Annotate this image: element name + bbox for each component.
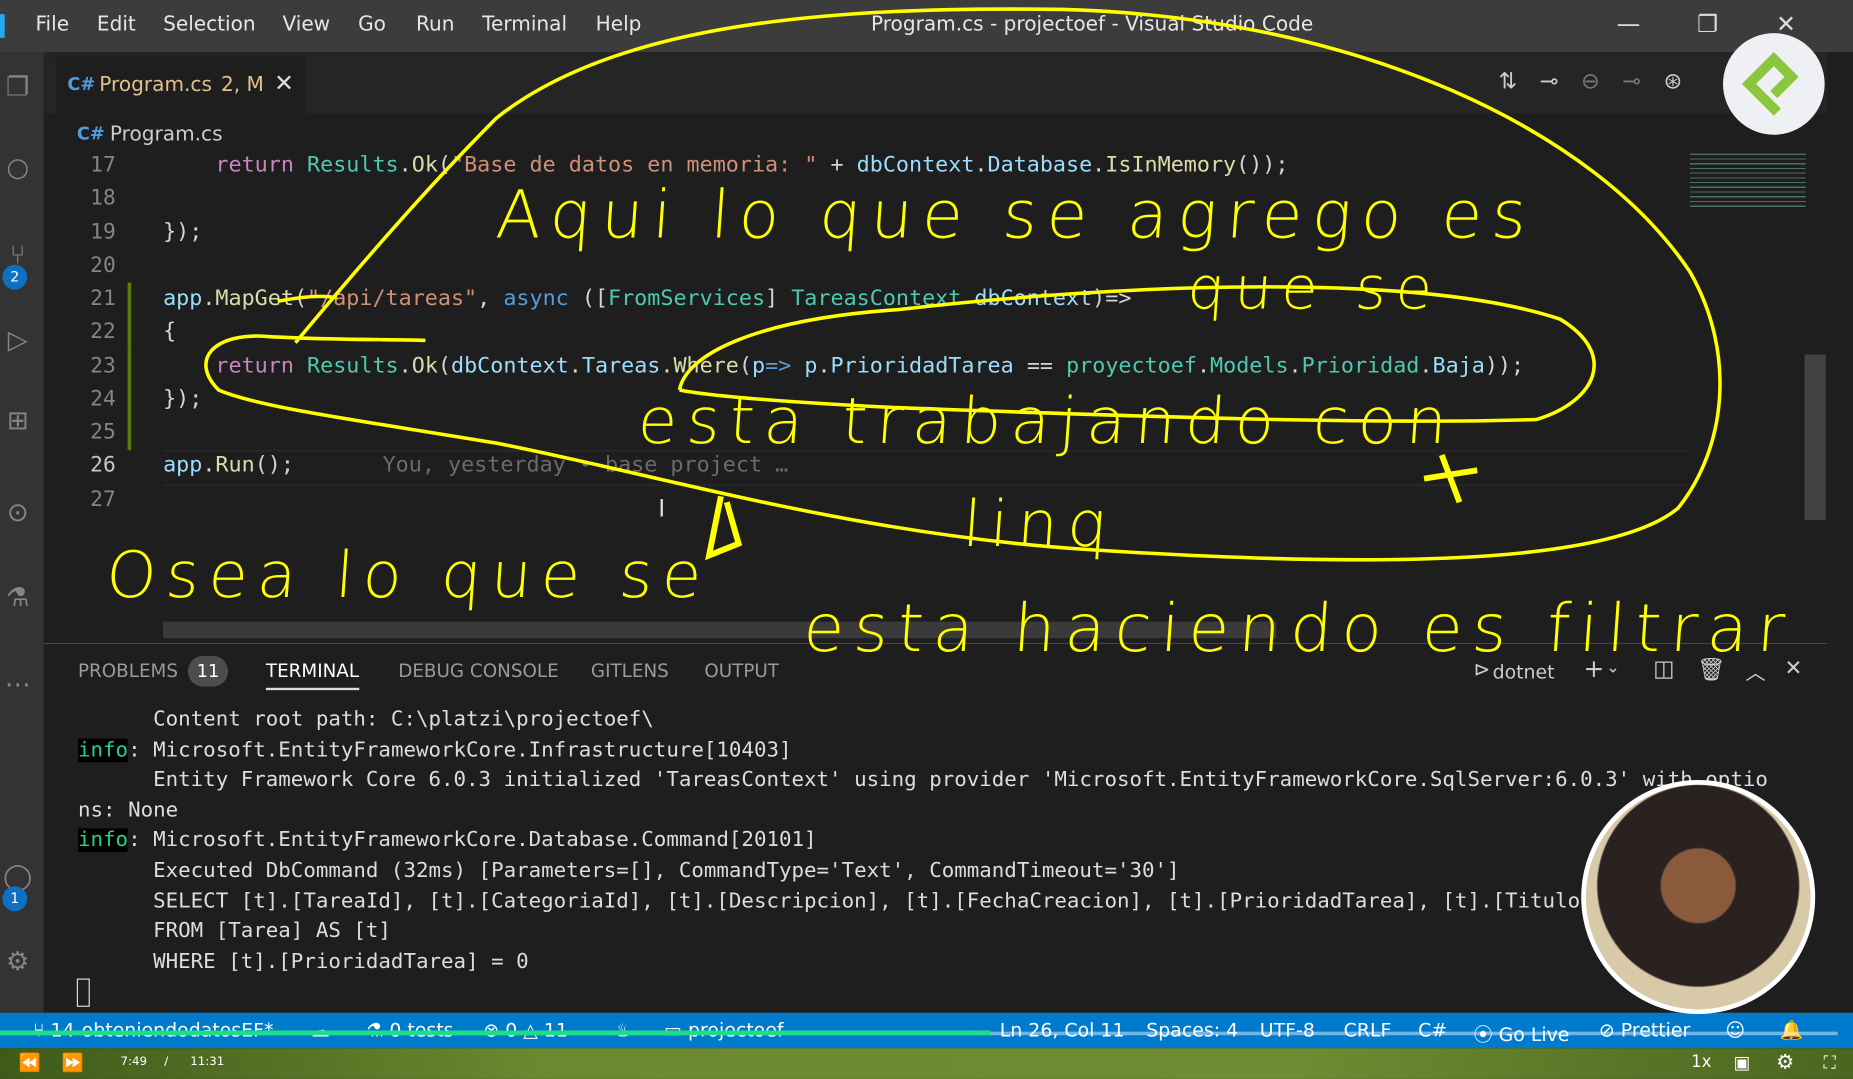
annotation-loop-outer: [204, 7, 1722, 562]
vscode-window: File Edit Selection View Go Run Terminal…: [0, 0, 1853, 1079]
annotation-loop-top: [277, 294, 338, 304]
annotation-text: esta haciendo es filtrar: [800, 590, 1797, 668]
annotation-text: Osea lo que se: [103, 537, 714, 613]
annotation-text: Aqui lo que se agrego es: [493, 177, 1539, 255]
annotation-text: esta trabajando con: [635, 384, 1459, 459]
annotation-text: linq: [960, 486, 1120, 562]
annotation-text: que se: [1185, 254, 1445, 323]
